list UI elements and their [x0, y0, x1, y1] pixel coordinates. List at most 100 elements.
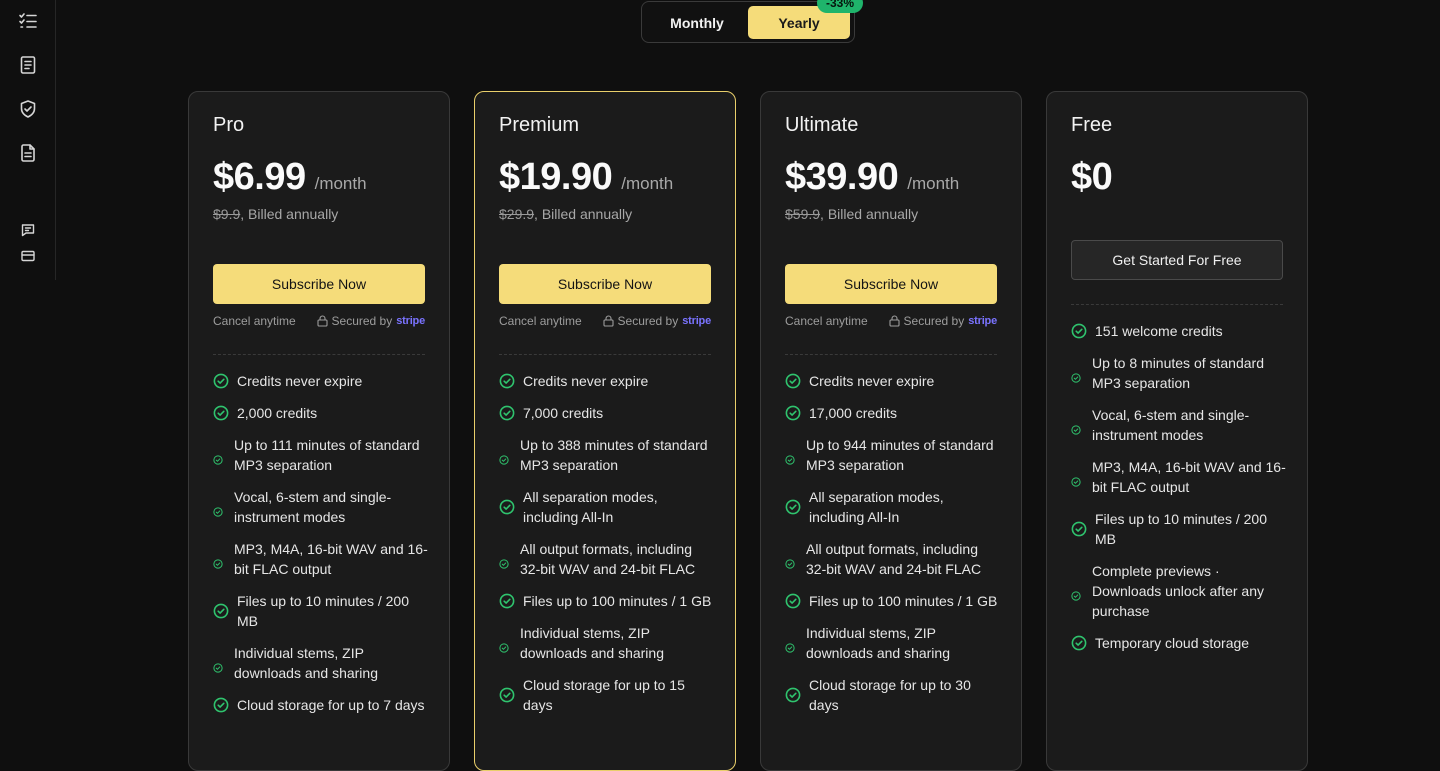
billed-annually-text: , Billed annually: [534, 206, 633, 222]
check-circle-icon: [213, 697, 229, 713]
original-price: $29.9: [499, 206, 535, 222]
check-circle-icon: [1071, 586, 1081, 601]
feature-text: Files up to 10 minutes / 200 MB: [237, 593, 409, 629]
price-row: $19.90 /month: [499, 156, 673, 199]
billed-annually-text: , Billed annually: [820, 206, 919, 222]
feature-text: Files up to 100 minutes / 1 GB: [809, 593, 998, 609]
subscribe-button[interactable]: Subscribe Now: [499, 264, 711, 304]
plan-card-free: Free $0 Get Started For Free 151 welcome…: [1046, 91, 1308, 771]
document-icon[interactable]: [18, 55, 38, 75]
plan-price: $19.90: [499, 156, 613, 198]
check-circle-icon: [499, 593, 515, 609]
divider: [785, 354, 997, 355]
feature-item: 7,000 credits: [499, 403, 715, 423]
feature-text: Cloud storage for up to 7 days: [237, 697, 425, 713]
feature-item: Vocal, 6-stem and single-instrument mode…: [213, 487, 429, 527]
price-row: $39.90 /month: [785, 156, 959, 199]
check-circle-icon: [499, 450, 509, 465]
plan-card-pro: Pro $6.99 /month $9.9, Billed annually S…: [188, 91, 450, 771]
divider: [1071, 304, 1283, 305]
sidebar: [0, 0, 56, 280]
feature-item: Up to 8 minutes of standard MP3 separati…: [1071, 353, 1287, 393]
price-row: $0: [1071, 156, 1113, 199]
cancel-anytime-text: Cancel anytime: [213, 314, 296, 328]
original-price: $59.9: [785, 206, 821, 222]
check-circle-icon: [785, 450, 795, 465]
feature-text: Credits never expire: [809, 373, 935, 389]
feature-text: Up to 111 minutes of standard MP3 separa…: [234, 437, 420, 473]
feature-item: Credits never expire: [785, 371, 1001, 391]
check-circle-icon: [785, 638, 795, 653]
cancel-anytime-text: Cancel anytime: [499, 314, 582, 328]
feature-text: Files up to 10 minutes / 200 MB: [1095, 511, 1267, 547]
price-row: $6.99 /month: [213, 156, 367, 199]
get-started-free-button[interactable]: Get Started For Free: [1071, 240, 1283, 280]
check-circle-icon: [213, 405, 229, 421]
check-circle-icon: [1071, 323, 1087, 339]
lock-icon: [888, 315, 900, 327]
feature-item: All output formats, including 32-bit WAV…: [499, 539, 715, 579]
credit-card-icon[interactable]: [20, 248, 36, 264]
lock-icon: [316, 315, 328, 327]
check-circle-icon: [499, 405, 515, 421]
subscribe-button[interactable]: Subscribe Now: [213, 264, 425, 304]
check-circle-icon: [499, 373, 515, 389]
billing-note: $29.9, Billed annually: [499, 206, 632, 222]
feature-text: Up to 388 minutes of standard MP3 separa…: [520, 437, 708, 473]
check-circle-icon: [785, 593, 801, 609]
feature-text: Cloud storage for up to 30 days: [809, 677, 971, 713]
plan-price: $39.90: [785, 156, 899, 198]
shield-check-icon[interactable]: [18, 99, 38, 119]
feature-text: 7,000 credits: [523, 405, 604, 421]
chat-icon[interactable]: [20, 222, 36, 238]
billing-note: $59.9, Billed annually: [785, 206, 918, 222]
check-circle-icon: [785, 687, 801, 703]
feature-item: Individual stems, ZIP downloads and shar…: [213, 643, 429, 683]
secured-by: Secured by stripe: [888, 314, 997, 328]
divider: [213, 354, 425, 355]
subscription-meta: Cancel anytime Secured by stripe: [785, 314, 997, 328]
plan-card-ultimate: Ultimate $39.90 /month $59.9, Billed ann…: [760, 91, 1022, 771]
discount-badge: -33%: [817, 0, 863, 13]
secured-by-text: Secured by: [903, 314, 965, 328]
check-circle-icon: [785, 373, 801, 389]
price-period: /month: [907, 174, 960, 193]
feature-text: Credits never expire: [523, 373, 649, 389]
monthly-toggle-button[interactable]: Monthly: [646, 6, 748, 39]
feature-item: Credits never expire: [499, 371, 715, 391]
feature-text: All output formats, including 32-bit WAV…: [806, 541, 982, 577]
feature-list: Credits never expire 17,000 credits Up t…: [785, 371, 1001, 727]
stripe-logo: stripe: [968, 315, 997, 327]
feature-item: Files up to 10 minutes / 200 MB: [213, 591, 429, 631]
feature-item: Files up to 100 minutes / 1 GB: [499, 591, 715, 611]
check-circle-icon: [499, 638, 509, 653]
plan-price: $0: [1071, 156, 1113, 198]
plan-name: Pro: [213, 114, 245, 136]
subscription-meta: Cancel anytime Secured by stripe: [499, 314, 711, 328]
checklist-icon[interactable]: [18, 11, 38, 31]
plan-card-premium: Premium $19.90 /month $29.9, Billed annu…: [474, 91, 736, 771]
check-circle-icon: [785, 499, 801, 515]
feature-text: 17,000 credits: [809, 405, 897, 421]
feature-text: 2,000 credits: [237, 405, 318, 421]
secured-by-text: Secured by: [331, 314, 393, 328]
secured-by-text: Secured by: [617, 314, 679, 328]
feature-text: Individual stems, ZIP downloads and shar…: [520, 625, 664, 661]
file-text-icon[interactable]: [18, 143, 38, 163]
billed-annually-text: , Billed annually: [240, 206, 339, 222]
feature-item: Cloud storage for up to 15 days: [499, 675, 715, 715]
plan-name: Premium: [499, 114, 580, 136]
check-circle-icon: [213, 603, 229, 619]
stripe-logo: stripe: [396, 315, 425, 327]
feature-list: Credits never expire 7,000 credits Up to…: [499, 371, 715, 727]
check-circle-icon: [785, 405, 801, 421]
feature-text: Up to 8 minutes of standard MP3 separati…: [1092, 355, 1264, 391]
feature-text: MP3, M4A, 16-bit WAV and 16-bit FLAC out…: [234, 541, 428, 577]
feature-item: Cloud storage for up to 7 days: [213, 695, 429, 715]
feature-item: All output formats, including 32-bit WAV…: [785, 539, 1001, 579]
feature-text: Cloud storage for up to 15 days: [523, 677, 685, 713]
feature-item: Credits never expire: [213, 371, 429, 391]
check-circle-icon: [1071, 420, 1081, 435]
feature-item: Files up to 10 minutes / 200 MB: [1071, 509, 1287, 549]
subscribe-button[interactable]: Subscribe Now: [785, 264, 997, 304]
